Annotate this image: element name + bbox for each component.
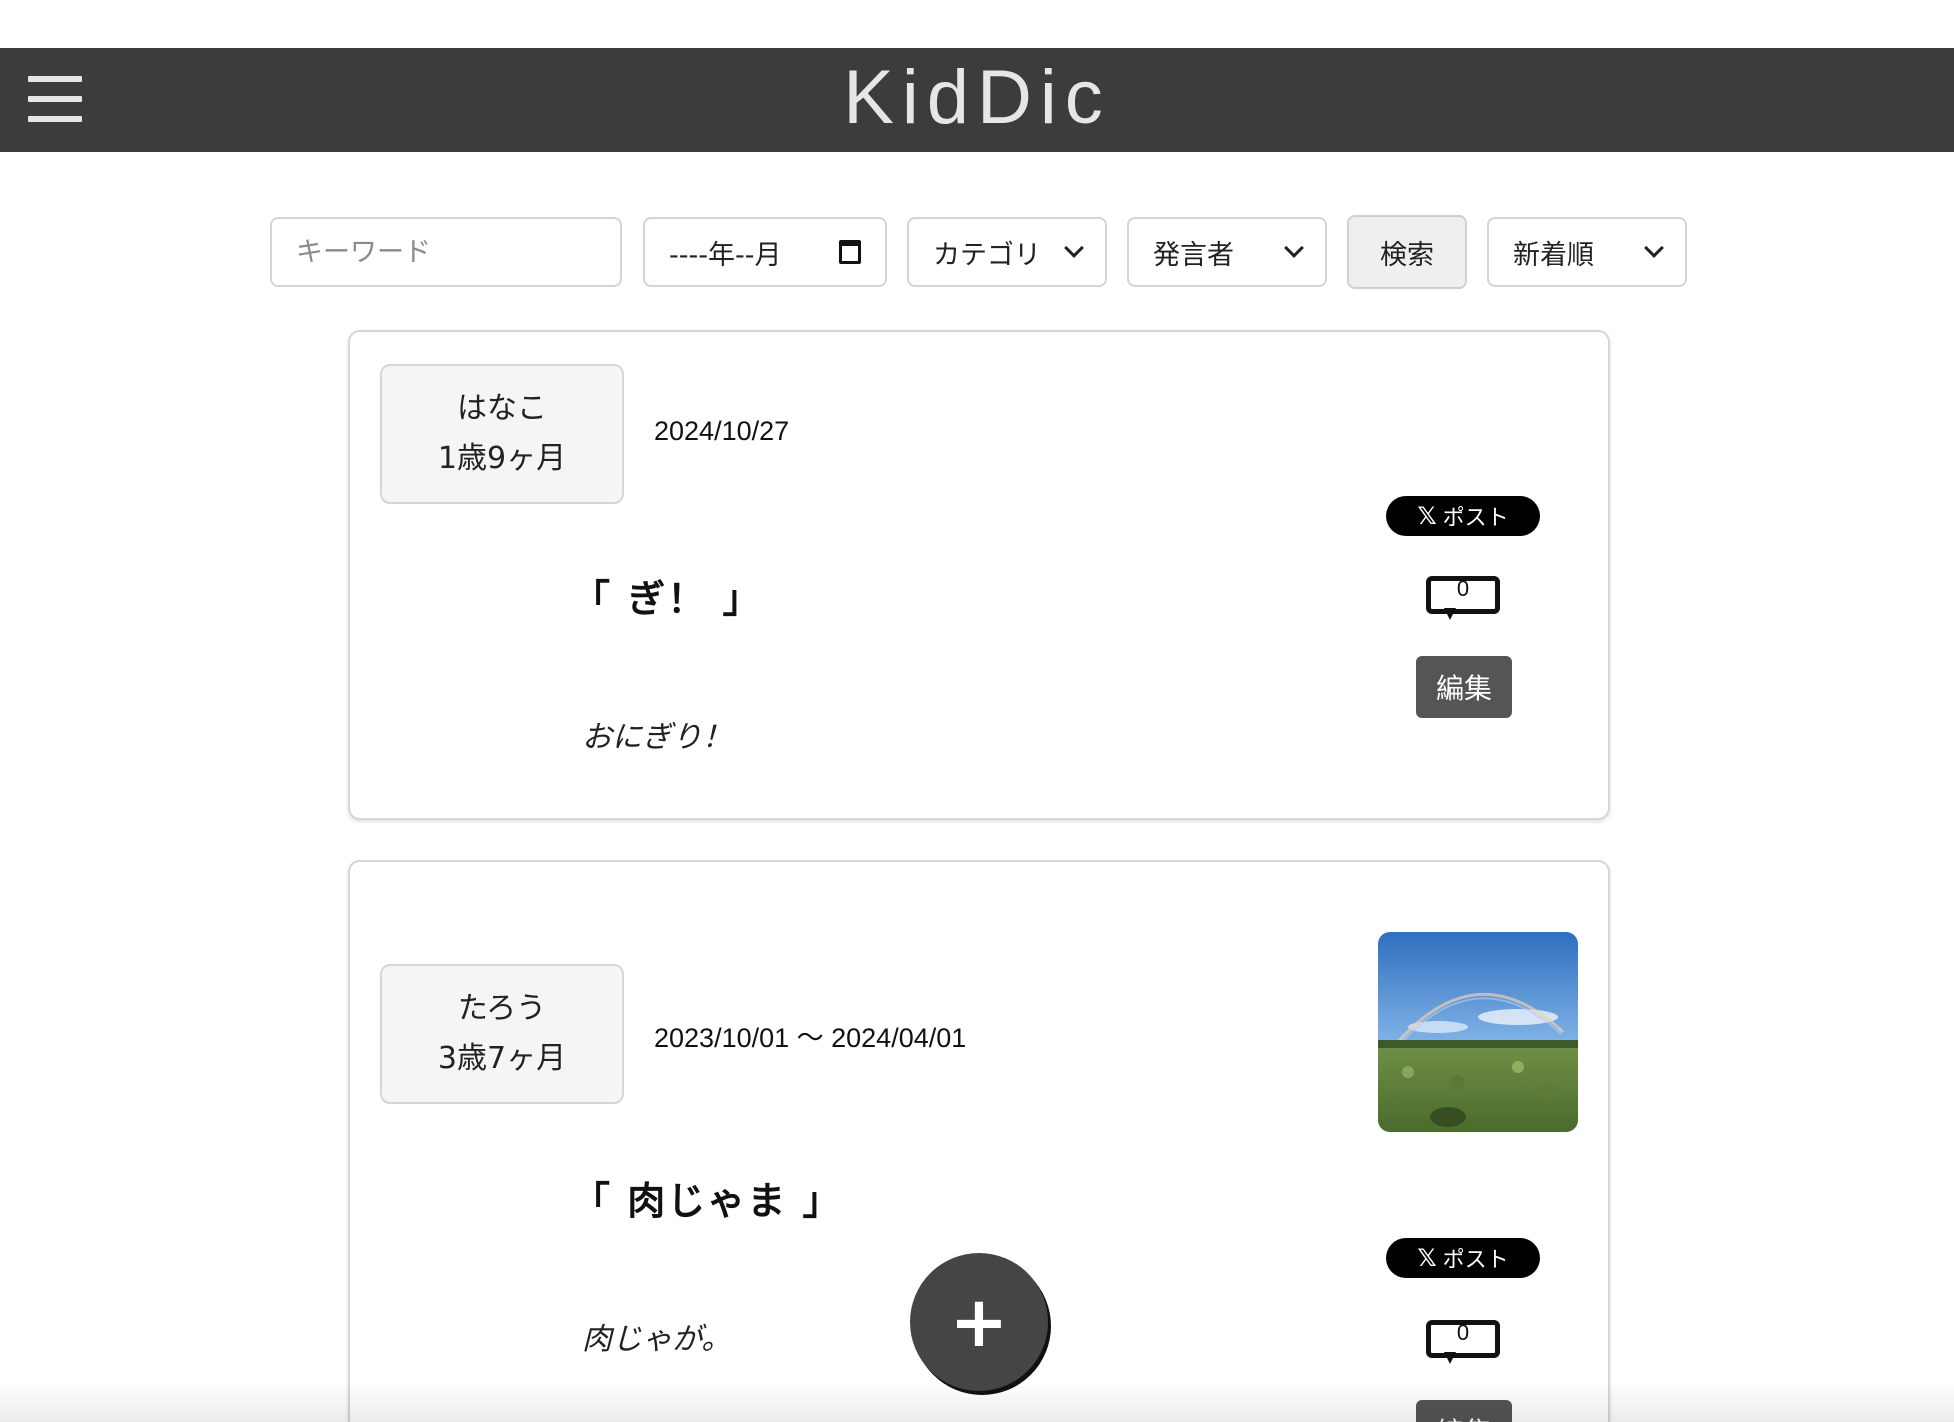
month-picker[interactable]: ----年--月 — [643, 217, 887, 287]
chevron-down-icon — [1284, 238, 1304, 258]
share-label: ポスト — [1442, 1248, 1509, 1273]
edit-button[interactable]: 編集 — [1416, 656, 1512, 718]
app-header: KidDic — [0, 48, 1954, 152]
search-button[interactable]: 検索 — [1347, 215, 1467, 289]
sort-select[interactable]: 新着順 — [1487, 217, 1687, 287]
speaker-badge: はなこ 1歳9ヶ月 — [380, 364, 624, 504]
post-meaning: おにぎり！ — [582, 720, 732, 755]
sort-select-value: 新着順 — [1513, 239, 1594, 271]
post-photo[interactable] — [1378, 932, 1578, 1132]
search-bar: ----年--月 カテゴリ 発言者 検索 新着順 — [0, 215, 1954, 289]
comment-icon — [1444, 1352, 1456, 1364]
post-card: はなこ 1歳9ヶ月 2024/10/27 𝕏 ポスト 「 ぎ！ 」 0 編集 お… — [348, 330, 1610, 820]
keyword-input[interactable] — [296, 236, 596, 268]
share-label: ポスト — [1442, 506, 1509, 531]
comment-icon — [1444, 608, 1456, 620]
comment-count: 0 — [1426, 1320, 1500, 1358]
speaker-select-value: 発言者 — [1153, 239, 1234, 271]
speaker-select[interactable]: 発言者 — [1127, 217, 1327, 287]
keyword-field[interactable] — [270, 217, 622, 287]
comment-button[interactable]: 0 — [1426, 1320, 1500, 1364]
x-logo-icon: 𝕏 — [1417, 1244, 1437, 1272]
app-title: KidDic — [843, 55, 1111, 140]
post-word: 「 肉じゃま 」 — [572, 1179, 843, 1223]
chevron-down-icon — [1644, 238, 1664, 258]
comment-count: 0 — [1426, 576, 1500, 614]
add-post-button[interactable]: + — [910, 1253, 1048, 1391]
post-meaning: 肉じゃが。 — [582, 1322, 732, 1357]
comment-button[interactable]: 0 — [1426, 576, 1500, 620]
chevron-down-icon — [1064, 238, 1084, 258]
speaker-age: 3歳7ヶ月 — [437, 1041, 567, 1076]
post-date: 2024/10/27 — [654, 416, 790, 446]
speaker-name: はなこ — [457, 391, 547, 426]
edit-button[interactable]: 編集 — [1416, 1400, 1512, 1422]
x-logo-icon: 𝕏 — [1417, 502, 1437, 530]
post-word: 「 ぎ！ 」 — [572, 577, 763, 621]
speaker-badge: たろう 3歳7ヶ月 — [380, 964, 624, 1104]
calendar-icon[interactable] — [839, 240, 861, 264]
speaker-age: 1歳9ヶ月 — [437, 441, 567, 476]
category-select-value: カテゴリ — [933, 239, 1041, 271]
speaker-name: たろう — [457, 991, 547, 1026]
landscape-rainbow-image — [1378, 932, 1578, 1132]
share-x-button[interactable]: 𝕏 ポスト — [1386, 496, 1540, 536]
share-x-button[interactable]: 𝕏 ポスト — [1386, 1238, 1540, 1278]
post-date: 2023/10/01 〜 2024/04/01 — [654, 1023, 967, 1053]
month-value: ----年--月 — [669, 239, 782, 271]
category-select[interactable]: カテゴリ — [907, 217, 1107, 287]
